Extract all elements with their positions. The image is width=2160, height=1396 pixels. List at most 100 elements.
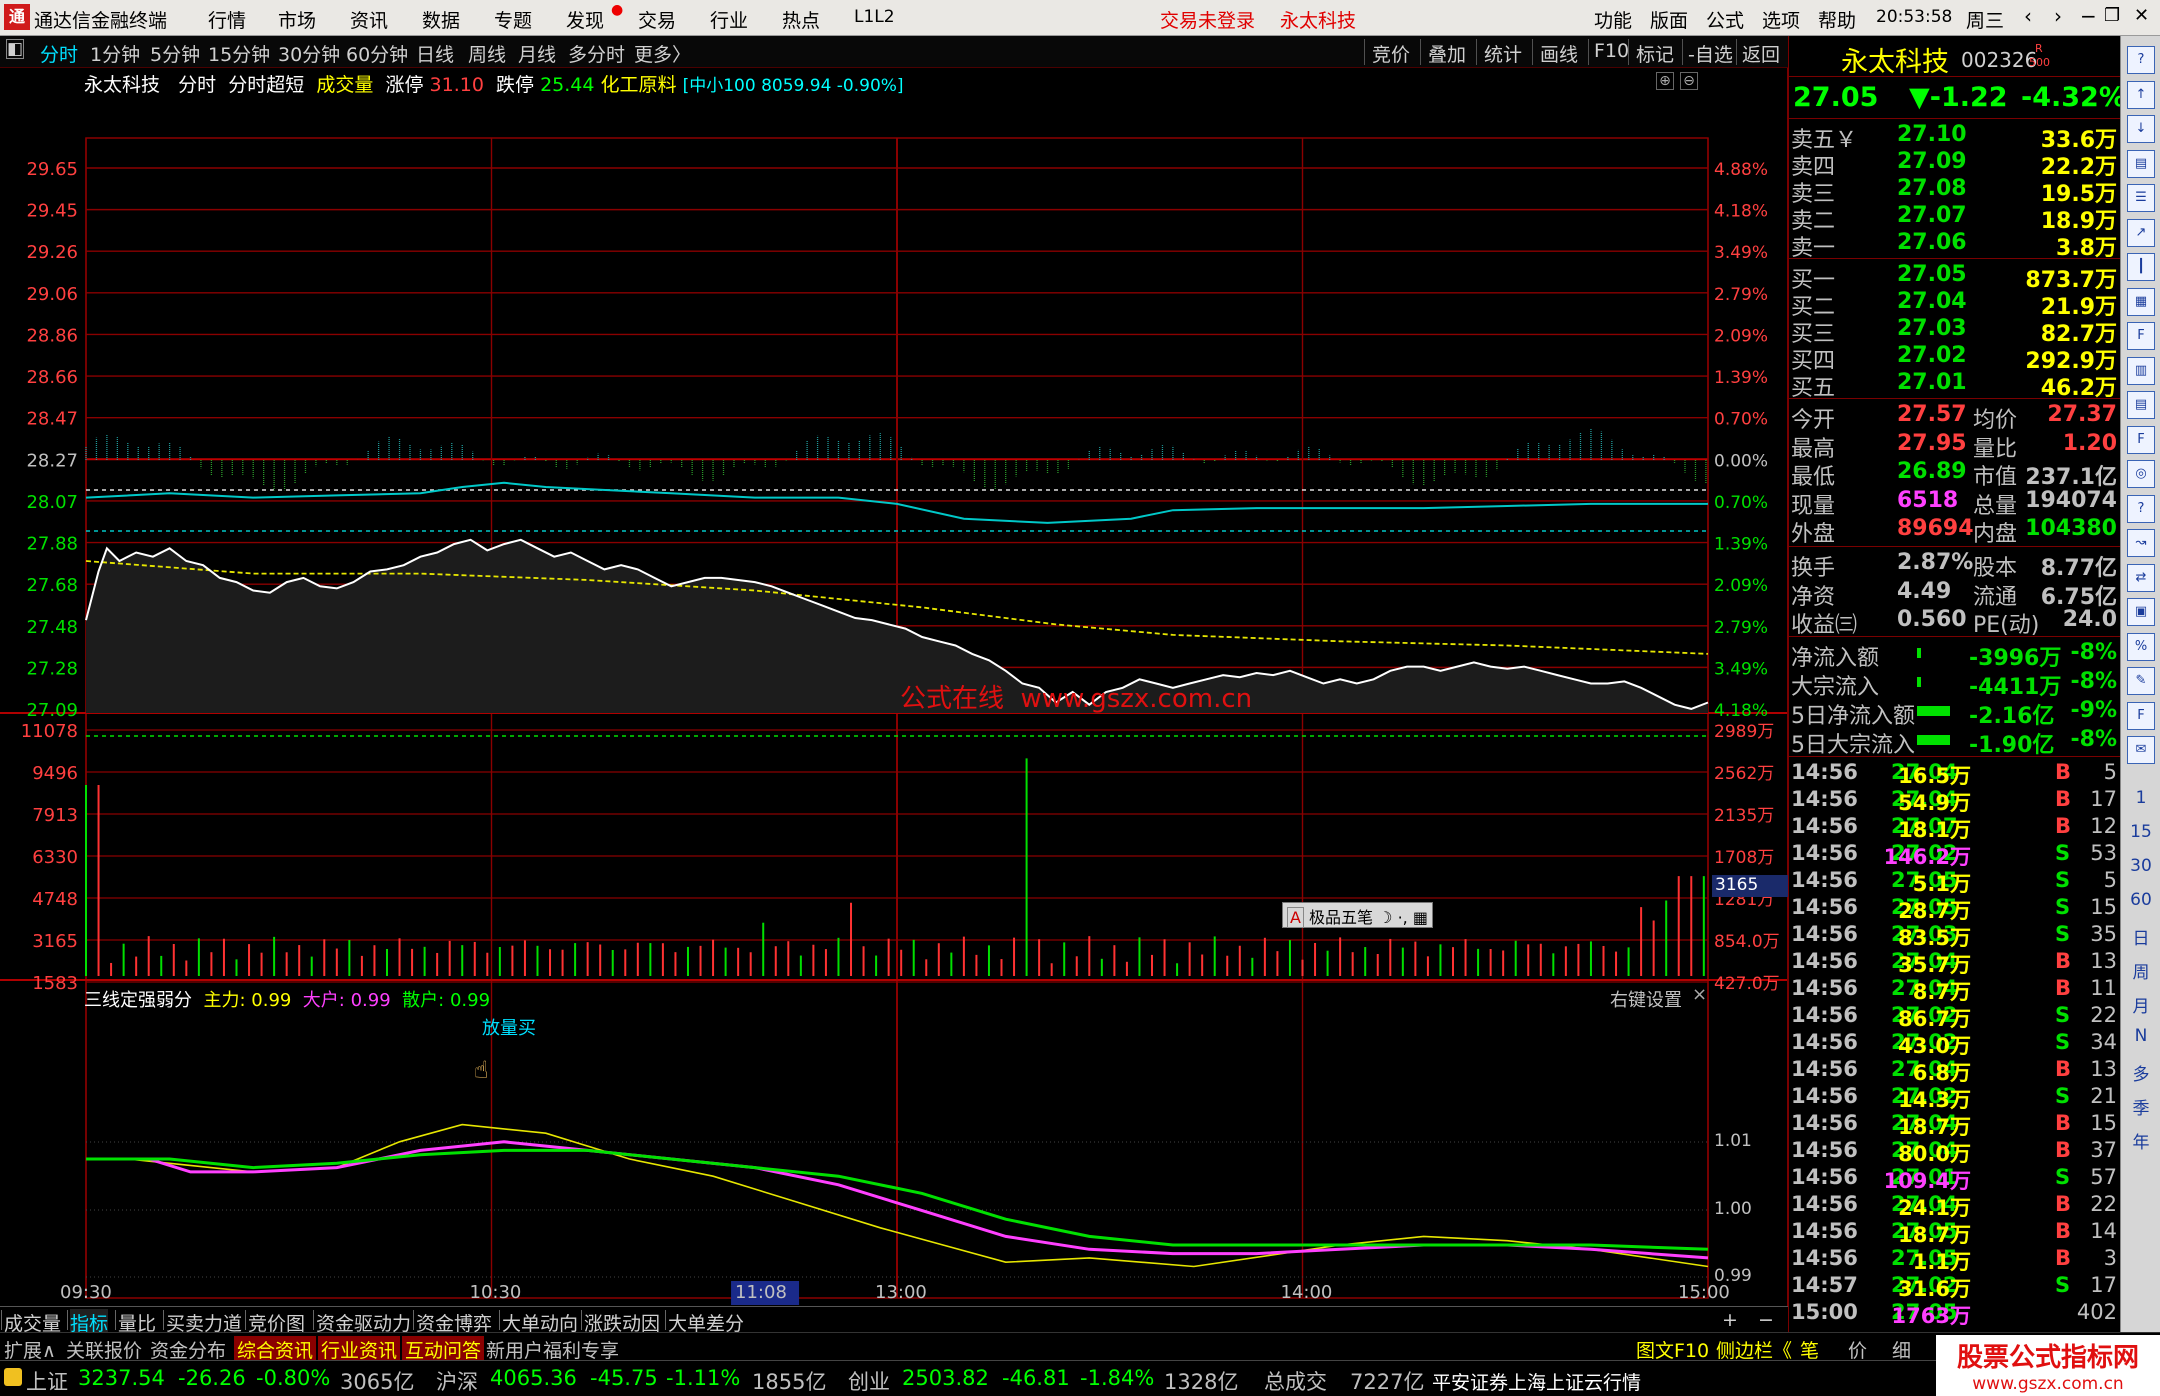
bid-row[interactable]: 买五 27.01 46.2万	[1789, 370, 2121, 401]
info-tab[interactable]: 扩展∧	[4, 1336, 56, 1363]
stat-row[interactable]: 外盘 89694 内盘 104380	[1789, 516, 2121, 547]
period-shortcut[interactable]: 1	[2121, 788, 2160, 808]
down-icon[interactable]: ↓	[2127, 115, 2155, 143]
btn-f10[interactable]: F10	[1594, 40, 1629, 62]
period-shortcut[interactable]: 15	[2121, 822, 2160, 842]
indicator-close-icon[interactable]: ×	[1692, 984, 1707, 1005]
mail-icon[interactable]: ✉	[2127, 736, 2155, 764]
ask-row[interactable]: 卖四 27.09 22.2万	[1789, 149, 2121, 180]
collapse-icon[interactable]: ⊖	[1680, 72, 1698, 90]
qa-icon[interactable]: ?	[2127, 494, 2155, 523]
menu-shuju[interactable]: 数据	[422, 6, 460, 33]
menu-hangqing[interactable]: 行情	[208, 6, 246, 33]
chart-icon[interactable]: ▣	[2127, 598, 2155, 626]
btn-fanhui[interactable]: 返回	[1742, 40, 1780, 67]
ime-moon-icon[interactable]: ☽	[1378, 908, 1392, 927]
menu-bangzhu[interactable]: 帮助	[1818, 6, 1856, 33]
info-tab[interactable]: 行业资讯	[318, 1336, 401, 1363]
menu-l1l2[interactable]: L1L2	[854, 7, 895, 27]
panel-tab[interactable]: 价	[1848, 1336, 1867, 1363]
ime-keyboard-icon[interactable]: ▦	[1413, 908, 1428, 927]
tab-weekly[interactable]: 周线	[468, 40, 506, 67]
stat2-row[interactable]: 换手 2.87% 股本 8.77亿	[1789, 550, 2121, 581]
minimize-icon[interactable]: −	[2080, 4, 2097, 28]
sector-label[interactable]: 化工原料	[601, 74, 677, 96]
tab-60min[interactable]: 60分钟	[346, 40, 408, 67]
up-icon[interactable]: ↑	[2127, 80, 2155, 109]
stat2-row[interactable]: 净资 4.49 流通 6.75亿	[1789, 579, 2121, 610]
menu-redian[interactable]: 热点	[782, 6, 820, 33]
flow-row[interactable]: 净流入额 -3996万 -8%	[1789, 640, 2121, 671]
flow-row[interactable]: 5日大宗流入 -1.90亿 -8%	[1789, 727, 2121, 758]
btn-biaoji[interactable]: 标记	[1636, 40, 1674, 67]
intraday-chart[interactable]: 29.65 4.88% 29.45 4.18% 29.26 3.49% 29.06 2.79%…	[0, 68, 1788, 1306]
flow-row[interactable]: 5日净流入额 -2.16亿 -9%	[1789, 698, 2121, 729]
info-tab[interactable]: 新用户福利专享	[486, 1336, 619, 1363]
menu-banmian[interactable]: 版面	[1650, 6, 1688, 33]
close-icon[interactable]: ✕	[2134, 5, 2149, 26]
flow-row[interactable]: 大宗流入 -4411万 -8%	[1789, 669, 2121, 700]
btn-diejia[interactable]: 叠加	[1428, 40, 1466, 67]
compare-icon[interactable]: ⇄	[2127, 563, 2155, 592]
bid-row[interactable]: 买三 27.03 82.7万	[1789, 316, 2121, 347]
market-icon[interactable]	[4, 1368, 22, 1386]
stat-row[interactable]: 最高 27.95 量比 1.20	[1789, 431, 2121, 462]
tab-multi[interactable]: 多分时	[568, 40, 625, 67]
period-shortcut[interactable]: 日	[2121, 924, 2160, 949]
expand-icon[interactable]: ⊕	[1656, 72, 1674, 90]
pen-icon[interactable]: ✎	[2127, 667, 2155, 695]
menu-faxian[interactable]: 发现	[566, 6, 604, 33]
grid-icon[interactable]: ▦	[2127, 287, 2155, 316]
bid-row[interactable]: 买一 27.05 873.7万	[1789, 262, 2121, 293]
info-tab[interactable]: 综合资讯	[234, 1336, 317, 1363]
trend-icon[interactable]: ↝	[2127, 529, 2155, 557]
hs-label[interactable]: 沪深	[436, 1366, 478, 1396]
chart-mode-1[interactable]: 分时	[178, 74, 216, 96]
menu-xuanxiang[interactable]: 选项	[1762, 6, 1800, 33]
period-shortcut[interactable]: 季	[2121, 1094, 2160, 1119]
percent-icon[interactable]: %	[2127, 632, 2155, 661]
ime-toolbar[interactable]: A 极品五笔 ☽ ·, ▦	[1282, 902, 1433, 928]
sidebar-toggle[interactable]: 侧边栏《	[1716, 1336, 1792, 1363]
ask-row[interactable]: 卖一 27.06 3.8万	[1789, 230, 2121, 261]
forward-icon[interactable]: ›	[2054, 4, 2062, 28]
period-shortcut[interactable]: 多	[2121, 1060, 2160, 1085]
ask-row[interactable]: 卖二 27.07 18.9万	[1789, 203, 2121, 234]
ime-dot-icon[interactable]: ·,	[1398, 908, 1408, 927]
cy-label[interactable]: 创业	[848, 1366, 890, 1396]
tab-15min[interactable]: 15分钟	[208, 40, 270, 67]
chart-mode-2[interactable]: 分时超短	[228, 74, 304, 96]
panel-tab[interactable]: 细	[1892, 1336, 1911, 1363]
tab-more[interactable]: 更多〉	[634, 40, 691, 67]
candle-icon[interactable]: ┃	[2127, 253, 2155, 281]
f10-link[interactable]: 图文F10	[1636, 1336, 1709, 1363]
stat-row[interactable]: 最低 26.89 市值 237.1亿	[1789, 459, 2121, 490]
period-shortcut[interactable]: 60	[2121, 890, 2160, 910]
menu-zixun[interactable]: 资讯	[350, 6, 388, 33]
maximize-icon[interactable]: ❐	[2104, 5, 2120, 26]
period-shortcut[interactable]: N	[2121, 1026, 2160, 1046]
btn-zixuan[interactable]: -自选	[1688, 40, 1733, 67]
help-icon[interactable]: ?	[2127, 46, 2155, 74]
info-tab[interactable]: 互动问答	[402, 1336, 485, 1363]
ime-a-icon[interactable]: A	[1287, 907, 1304, 928]
doc-icon[interactable]: ▤	[2127, 391, 2155, 419]
info-tab[interactable]: 资金分布	[150, 1336, 226, 1363]
menu-zhuanti[interactable]: 专题	[494, 6, 532, 33]
period-shortcut[interactable]: 月	[2121, 992, 2160, 1017]
tab-fenshi[interactable]: 分时	[40, 40, 78, 67]
tab-5min[interactable]: 5分钟	[150, 40, 200, 67]
target-icon[interactable]: ◎	[2127, 460, 2155, 488]
f2-icon[interactable]: F	[2127, 425, 2155, 454]
trade-status[interactable]: 交易未登录	[1160, 6, 1255, 33]
period-shortcut[interactable]: 30	[2121, 856, 2160, 876]
menu-gongshi[interactable]: 公式	[1706, 6, 1744, 33]
quote-icon[interactable]: ▤	[2127, 149, 2155, 178]
period-shortcut[interactable]: 年	[2121, 1128, 2160, 1153]
btn-huaxian[interactable]: 画线	[1540, 40, 1578, 67]
menu-shichang[interactable]: 市场	[278, 6, 316, 33]
menu-gongneng[interactable]: 功能	[1594, 6, 1632, 33]
f10-icon[interactable]: F	[2127, 322, 2155, 350]
line-chart-icon[interactable]: ↗	[2127, 218, 2155, 247]
tab-remove-button[interactable]: −	[1758, 1309, 1774, 1331]
